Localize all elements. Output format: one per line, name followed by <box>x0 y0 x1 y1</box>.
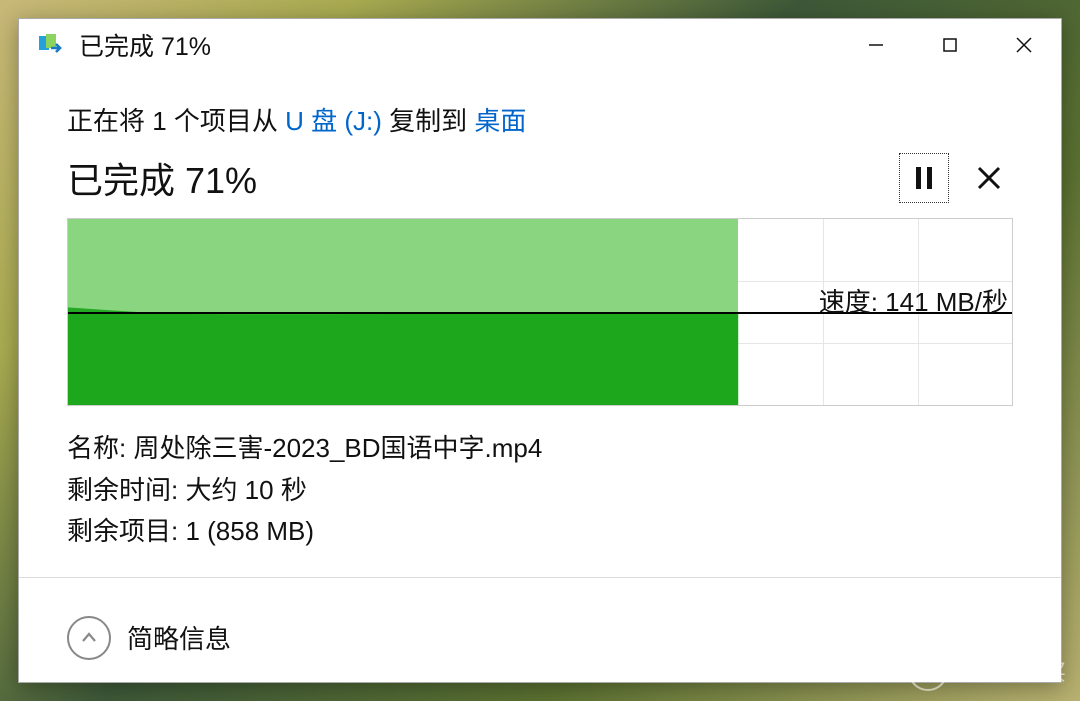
speed-value: 141 MB/秒 <box>885 287 1008 317</box>
window-title: 已完成 71% <box>79 27 839 63</box>
transfer-speed-chart: 速度: 141 MB/秒 <box>67 218 1013 406</box>
file-copy-dialog: 已完成 71% 正在将 1 个项目从 U 盘 (J:) 复制到 桌面 已完成 7… <box>18 18 1062 683</box>
items-remaining-row: 剩余项目: 1 (858 MB) <box>67 511 1013 553</box>
copy-progress-icon <box>39 34 65 56</box>
close-window-button[interactable] <box>987 19 1061 71</box>
copy-prefix: 正在将 1 个项目从 <box>67 106 285 136</box>
divider <box>19 577 1061 578</box>
time-remaining-value: 大约 10 秒 <box>185 475 306 505</box>
status-row: 已完成 71% <box>67 152 1013 204</box>
watermark-text: 什么值得买 <box>956 655 1066 687</box>
cancel-button[interactable] <box>965 154 1013 202</box>
dialog-footer: 简略信息 <box>19 598 1061 682</box>
dest-link[interactable]: 桌面 <box>474 106 526 136</box>
copy-description: 正在将 1 个项目从 U 盘 (J:) 复制到 桌面 <box>67 101 1013 138</box>
file-name-value: 周处除三害-2023_BD国语中字.mp4 <box>133 433 542 463</box>
watermark: 值 什么值得买 <box>908 651 1066 691</box>
window-controls <box>839 19 1061 71</box>
progress-status: 已完成 71% <box>67 152 883 204</box>
toggle-details-button[interactable] <box>67 616 111 660</box>
minimize-button[interactable] <box>839 19 913 71</box>
time-remaining-row: 剩余时间: 大约 10 秒 <box>67 470 1013 512</box>
toggle-details-label[interactable]: 简略信息 <box>127 619 231 656</box>
pause-button[interactable] <box>899 153 949 203</box>
items-remaining-value: 1 (858 MB) <box>185 516 314 546</box>
speed-label: 速度: 141 MB/秒 <box>819 282 1008 319</box>
watermark-badge-icon: 值 <box>908 651 948 691</box>
file-details: 名称: 周处除三害-2023_BD国语中字.mp4 剩余时间: 大约 10 秒 … <box>67 428 1013 553</box>
source-link[interactable]: U 盘 (J:) <box>285 106 389 136</box>
copy-mid: 复制到 <box>389 106 474 136</box>
dialog-body: 正在将 1 个项目从 U 盘 (J:) 复制到 桌面 已完成 71% 速度: 1… <box>19 71 1061 598</box>
file-name-row: 名称: 周处除三害-2023_BD国语中字.mp4 <box>67 428 1013 470</box>
maximize-button[interactable] <box>913 19 987 71</box>
window-titlebar: 已完成 71% <box>19 19 1061 71</box>
